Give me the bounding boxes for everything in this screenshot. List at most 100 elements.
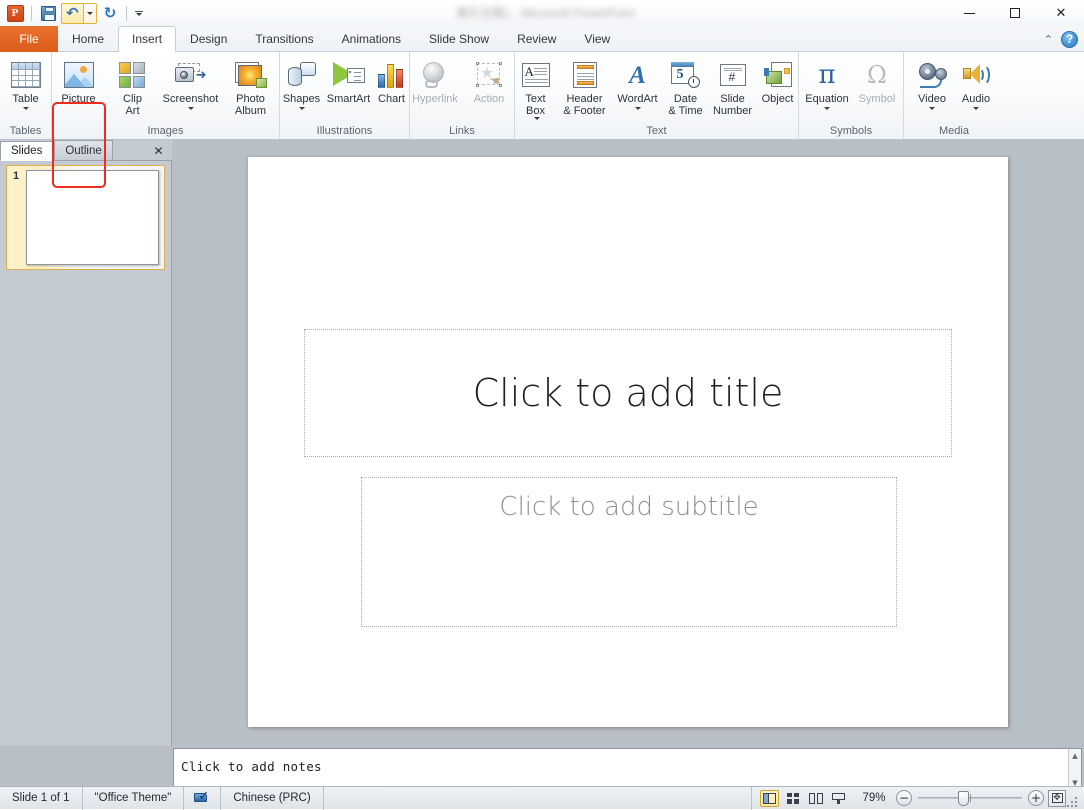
wordart-button[interactable]: A WordArt xyxy=(613,55,663,123)
clip-art-button[interactable]: Clip Art xyxy=(106,55,160,123)
tab-outline[interactable]: Outline xyxy=(54,140,113,160)
tab-view[interactable]: View xyxy=(570,26,624,52)
zoom-slider[interactable] xyxy=(918,790,1022,806)
photo-album-button[interactable]: Photo Album xyxy=(222,55,280,123)
text-box-button[interactable]: A Text Box xyxy=(515,55,557,123)
title-placeholder[interactable]: Click to add title xyxy=(304,329,952,457)
screenshot-button[interactable]: ➜ Screenshot xyxy=(160,55,222,123)
smartart-icon xyxy=(332,59,365,91)
qat-separator xyxy=(31,5,32,21)
undo-button[interactable]: ↷ xyxy=(62,4,83,23)
equation-button[interactable]: π Equation xyxy=(801,55,853,123)
subtitle-placeholder[interactable]: Click to add subtitle xyxy=(361,477,897,627)
audio-button[interactable]: Audio xyxy=(954,55,998,123)
tab-file[interactable]: File xyxy=(0,26,58,52)
help-icon[interactable]: ? xyxy=(1061,30,1078,48)
tab-review[interactable]: Review xyxy=(503,26,570,52)
table-button[interactable]: Table xyxy=(0,55,53,123)
clip-art-label: Clip Art xyxy=(123,93,142,117)
slide-thumbnail-1[interactable]: 1 xyxy=(6,165,165,270)
collapse-ribbon-icon[interactable]: ⌃ xyxy=(1044,33,1053,46)
notes-pane[interactable]: Click to add notes ▲ ▼ xyxy=(173,748,1082,790)
group-label-text: Text xyxy=(646,125,667,137)
video-button[interactable]: Video xyxy=(910,55,954,123)
object-icon xyxy=(763,59,792,91)
picture-label: Picture xyxy=(61,93,96,105)
save-icon xyxy=(40,5,56,21)
resize-grip[interactable] xyxy=(1066,787,1080,810)
chart-button[interactable]: Chart xyxy=(374,55,410,123)
notes-placeholder: Click to add notes xyxy=(181,759,322,774)
screenshot-icon: ➜ xyxy=(174,59,207,91)
view-slide-sorter-button[interactable] xyxy=(783,790,802,807)
redo-arrow-icon: ↻ xyxy=(103,3,117,22)
maximize-button[interactable] xyxy=(992,0,1038,26)
notes-scrollbar[interactable]: ▲ ▼ xyxy=(1068,749,1081,789)
zoom-in-button[interactable]: + xyxy=(1028,790,1044,806)
slide-count-status[interactable]: Slide 1 of 1 xyxy=(0,786,83,810)
tab-slide-show[interactable]: Slide Show xyxy=(415,26,503,52)
zoom-slider-thumb[interactable] xyxy=(958,791,969,806)
zoom-out-button[interactable]: − xyxy=(896,790,912,806)
app-menu-button[interactable]: P xyxy=(4,2,26,24)
tab-slides[interactable]: Slides xyxy=(0,141,54,161)
status-bar-right: 79% − + ✥ xyxy=(752,787,1084,810)
zoom-control: − + xyxy=(892,790,1048,806)
hyperlink-button[interactable]: Hyperlink xyxy=(408,55,462,123)
date-time-button[interactable]: 5 Date & Time xyxy=(663,55,709,123)
wordart-icon: A xyxy=(629,61,646,89)
close-button[interactable]: ✕ xyxy=(1038,0,1084,26)
object-button[interactable]: Object xyxy=(757,55,799,123)
ribbon-group-tables: Table Tables xyxy=(0,52,52,139)
customize-qat-button[interactable] xyxy=(132,3,146,23)
slide-thumbnail-list: 1 xyxy=(0,161,171,746)
slide-number-button[interactable]: # Slide Number xyxy=(709,55,757,123)
view-normal-button[interactable] xyxy=(760,789,779,807)
tab-design[interactable]: Design xyxy=(176,26,241,52)
group-label-media: Media xyxy=(939,125,969,137)
clip-art-icon xyxy=(118,59,148,91)
smartart-button[interactable]: SmartArt xyxy=(324,55,374,123)
chevron-down-icon xyxy=(298,107,305,110)
view-slide-show-button[interactable] xyxy=(829,790,848,807)
tab-insert[interactable]: Insert xyxy=(118,26,177,52)
chart-label: Chart xyxy=(378,93,405,105)
header-footer-icon xyxy=(572,59,597,91)
audio-icon xyxy=(962,59,990,91)
video-icon xyxy=(917,59,947,91)
redo-button[interactable]: ↻ xyxy=(99,2,121,24)
chevron-down-icon xyxy=(824,107,830,110)
language-status[interactable]: Chinese (PRC) xyxy=(221,786,324,810)
slide-canvas[interactable]: Click to add title Click to add subtitle xyxy=(248,157,1008,727)
ribbon-group-illustrations: Shapes SmartArt Chart Illustrations xyxy=(280,52,410,139)
view-reading-button[interactable] xyxy=(806,790,825,807)
fit-window-arrows-icon: ✥ xyxy=(1053,792,1061,803)
shapes-label: Shapes xyxy=(282,93,321,105)
scroll-up-icon[interactable]: ▲ xyxy=(1069,749,1081,762)
picture-button[interactable]: Picture xyxy=(52,55,106,123)
spellcheck-status[interactable] xyxy=(184,786,222,810)
audio-label: Audio xyxy=(961,93,991,105)
tab-transitions[interactable]: Transitions xyxy=(241,26,327,52)
tab-home[interactable]: Home xyxy=(58,26,118,52)
action-button[interactable]: ★ ☚ Action xyxy=(462,55,516,123)
symbol-button[interactable]: Ω Symbol xyxy=(853,55,901,123)
zoom-level-label[interactable]: 79% xyxy=(856,792,892,804)
chevron-down-icon xyxy=(136,12,142,16)
tab-animations[interactable]: Animations xyxy=(328,26,415,52)
ribbon-tab-bar: File Home Insert Design Transitions Anim… xyxy=(0,26,1084,52)
minimize-button[interactable] xyxy=(946,0,992,26)
table-label: Table xyxy=(12,93,39,105)
ribbon-group-images: Picture Clip Art ➜ Screenshot Photo Albu… xyxy=(52,52,280,139)
close-pane-icon[interactable]: ✕ xyxy=(151,143,166,158)
header-footer-button[interactable]: Header & Footer xyxy=(557,55,613,123)
theme-status[interactable]: "Office Theme" xyxy=(83,786,185,810)
zoom-slider-midmark xyxy=(970,794,971,802)
ribbon-group-links: Hyperlink ★ ☚ Action Links xyxy=(410,52,515,139)
fit-to-window-button[interactable]: ✥ xyxy=(1048,789,1066,807)
shapes-button[interactable]: Shapes xyxy=(280,55,324,123)
group-label-tables: Tables xyxy=(9,125,42,137)
status-bar: Slide 1 of 1 "Office Theme" Chinese (PRC… xyxy=(0,786,1084,810)
undo-dropdown-button[interactable] xyxy=(83,3,96,23)
save-button[interactable] xyxy=(37,2,59,24)
